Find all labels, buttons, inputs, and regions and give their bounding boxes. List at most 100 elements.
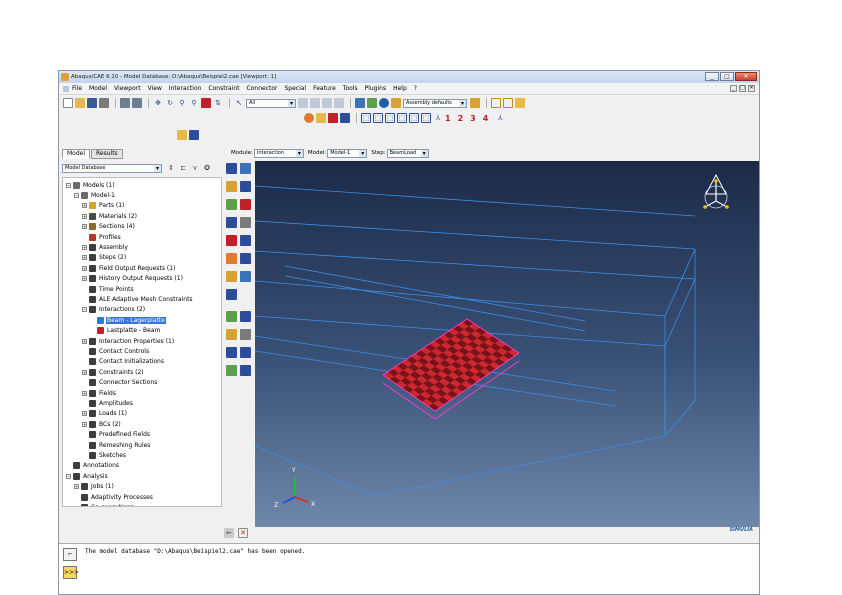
tree-node[interactable]: + Sections (4) — [82, 222, 136, 232]
close-button[interactable]: ✕ — [735, 72, 757, 81]
saved-view-4[interactable]: 4 — [483, 114, 489, 123]
minimize-button[interactable]: _ — [705, 72, 719, 81]
open-folder-icon[interactable] — [75, 98, 85, 108]
menu-feature[interactable]: Feature — [313, 85, 336, 92]
tree-expander-icon[interactable]: + — [74, 484, 79, 490]
create-section-icon[interactable] — [226, 271, 237, 282]
filter-icon[interactable]: ⋎ — [190, 163, 200, 173]
tree-node[interactable]: + Fields — [82, 388, 117, 398]
tree-node[interactable]: + BCs (2) — [82, 419, 122, 429]
model-tree[interactable]: − Models (1) − Model-1 + Parts (1) + Materials … — [62, 177, 222, 507]
save-icon[interactable] — [87, 98, 97, 108]
tree-node[interactable]: Connector Sections — [82, 378, 158, 388]
back-view-icon[interactable]: ⬚ — [373, 113, 383, 123]
render-shaded-icon[interactable] — [367, 98, 377, 108]
connector-manager-icon[interactable] — [240, 235, 251, 246]
bottom-view-icon[interactable]: ⬚ — [421, 113, 431, 123]
menu-view[interactable]: View — [148, 85, 162, 92]
create-reference-point-icon[interactable] — [226, 311, 237, 322]
tree-expander-icon[interactable]: − — [66, 182, 71, 188]
display-group-icon[interactable] — [334, 98, 344, 108]
tree-node[interactable]: + Materials (2) — [82, 211, 138, 221]
tree-expander-icon[interactable]: + — [82, 213, 87, 219]
create-wire-icon[interactable] — [226, 253, 237, 264]
menu-help[interactable]: Help — [393, 85, 407, 92]
message-area-toggle-icon[interactable]: ⌐ — [63, 548, 77, 561]
step-select[interactable]: BeamLoad — [386, 148, 429, 158]
tree-expander-icon[interactable]: + — [82, 203, 87, 209]
create-property-icon[interactable] — [226, 181, 237, 192]
create-constraint-icon[interactable] — [226, 199, 237, 210]
menu-file[interactable]: File — [72, 85, 82, 92]
tree-expander-icon[interactable]: + — [82, 265, 87, 271]
viewport-restore-button[interactable]: □ — [739, 85, 746, 92]
viewport-menu-icon[interactable] — [63, 85, 69, 92]
tree-node[interactable]: + Parts (1) — [82, 201, 125, 211]
lights-icon[interactable] — [316, 113, 326, 123]
create-interaction-icon[interactable] — [226, 163, 237, 174]
render-wireframe-icon[interactable] — [355, 98, 365, 108]
back-arrow-icon[interactable]: ← — [224, 528, 234, 538]
replace-selected-icon[interactable] — [310, 98, 320, 108]
tree-expander-icon[interactable]: + — [82, 421, 87, 427]
tree-node[interactable]: + Steps (2) — [82, 253, 127, 263]
tree-node[interactable]: Contact Initializations — [82, 357, 165, 367]
csys-icon[interactable] — [240, 347, 251, 358]
pan-icon[interactable]: ✥ — [153, 98, 163, 108]
tree-node[interactable]: + Field Output Requests (1) — [82, 263, 176, 273]
tree-expander-icon[interactable]: + — [82, 255, 87, 261]
color-code-icon[interactable] — [391, 98, 401, 108]
tree-node[interactable]: Remeshing Rules — [82, 440, 151, 450]
selection-options-icon[interactable] — [298, 98, 308, 108]
model-database-select[interactable]: Model Database — [62, 163, 162, 173]
menu-plugins[interactable]: Plugins — [365, 85, 387, 92]
tree-expander-icon[interactable]: + — [82, 369, 87, 375]
remove-selected-icon[interactable] — [322, 98, 332, 108]
viewport-close-button[interactable]: ✕ — [748, 85, 755, 92]
translucency-icon[interactable] — [328, 113, 338, 123]
tree-expander-icon[interactable]: + — [82, 390, 87, 396]
menu-constraint[interactable]: Constraint — [208, 85, 239, 92]
tie-icon[interactable] — [240, 217, 251, 228]
interaction-manager-icon[interactable] — [240, 163, 251, 174]
saved-view-3[interactable]: 3 — [470, 114, 476, 123]
tree-node[interactable]: − Interactions (2) — [82, 305, 146, 315]
maximize-button[interactable]: □ — [720, 72, 734, 81]
tree-expander-icon[interactable]: − — [66, 473, 71, 479]
perspective-icon[interactable] — [304, 113, 314, 123]
create-connector-icon[interactable] — [226, 235, 237, 246]
assembly-display-select[interactable]: Assembly defaults — [403, 98, 467, 108]
tree-node[interactable]: Profiles — [82, 232, 122, 242]
tree-node[interactable]: − Model-1 — [74, 190, 116, 200]
rotate-icon[interactable]: ↻ — [165, 98, 175, 108]
print-icon[interactable] — [99, 98, 109, 108]
sort-icon[interactable]: ⇕ — [166, 163, 176, 173]
auto-fit-icon[interactable] — [201, 98, 211, 108]
viewport-minimize-button[interactable]: _ — [730, 85, 737, 92]
tree-node[interactable]: Time Points — [82, 284, 135, 294]
instance-visibility-icon[interactable] — [503, 98, 513, 108]
tree-expander-icon[interactable]: + — [82, 244, 87, 250]
edit-wire-icon[interactable] — [240, 253, 251, 264]
left-view-icon[interactable]: ⬚ — [385, 113, 395, 123]
tree-expander-icon[interactable]: − — [82, 307, 87, 313]
tree-expander-icon[interactable]: + — [82, 276, 87, 282]
top-view-icon[interactable]: ⬚ — [409, 113, 419, 123]
part-icon[interactable] — [515, 98, 525, 108]
tree-node[interactable]: Beam - Lagerplatte — [90, 315, 166, 325]
selection-filter-select[interactable]: All — [246, 98, 296, 108]
tree-node[interactable]: − Models (1) — [66, 180, 116, 190]
display-options-icon[interactable] — [470, 98, 480, 108]
right-view-icon[interactable]: ⬚ — [397, 113, 407, 123]
front-view-icon[interactable]: ⬚ — [361, 113, 371, 123]
tab-model[interactable]: Model — [62, 149, 91, 159]
tree-expander-icon[interactable]: − — [74, 192, 79, 198]
magnify-icon[interactable]: ⚲ — [177, 98, 187, 108]
tree-node[interactable]: Contact Controls — [82, 346, 150, 356]
menu-whats-this[interactable]: ? — [414, 85, 417, 92]
cycle-views-icon[interactable]: ⇅ — [213, 98, 223, 108]
constraint-manager-icon[interactable] — [240, 199, 251, 210]
module-select[interactable]: Interaction — [253, 148, 304, 158]
tree-node[interactable]: + Constraints (2) — [82, 367, 145, 377]
tab-results[interactable]: Results — [91, 149, 123, 159]
